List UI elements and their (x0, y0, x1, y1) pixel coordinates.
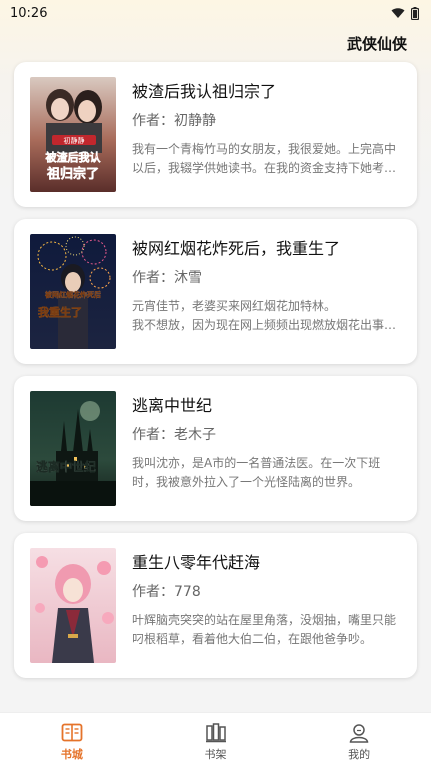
book-title[interactable]: 逃离中世纪 (132, 392, 402, 416)
status-bar: 10:26 (0, 0, 431, 26)
battery-icon (411, 6, 419, 20)
status-time: 10:26 (10, 5, 48, 21)
book-cover[interactable] (30, 548, 116, 663)
book-description: 叶辉脑壳突突的站在屋里角落，没烟抽，嘴里只能叼根稻草，看着他大伯二伯，在跟他爸争… (132, 613, 397, 646)
tab-label: 我的 (348, 747, 371, 761)
book-description: 元宵佳节，老婆买来网红烟花加特林。 我不想放，因为现在网上频频出现燃放烟花出事的… (132, 299, 397, 332)
book-open-icon (61, 723, 83, 741)
book-title[interactable]: 被渣后我认祖归宗了 (132, 78, 402, 102)
book-card[interactable]: 被网红烟花炸死后 我重生了 被网红烟花炸死后，我重生了 作者：沐雪 元宵佳节，老… (14, 219, 417, 364)
book-description: 我有一个青梅竹马的女朋友，我很爱她。上完高中以后，我辍学供她读书。在我的资金支持… (132, 142, 397, 175)
cover-author: 初静静 (64, 136, 85, 145)
tab-label: 书架 (204, 747, 227, 761)
book-card[interactable]: 初静静 被渣后我认 祖归宗了 被渣后我认祖归宗了 作者：初静静 我有一个青梅竹马… (14, 62, 417, 207)
bookshelf-icon (205, 722, 226, 742)
book-cover[interactable]: 逃离中世纪 (30, 391, 116, 506)
book-description: 我叫沈亦，是A市的一名普通法医。在一次下班时，我被意外拉入了一个光怪陆离的世界。 (132, 456, 381, 489)
cover-title-line2: 祖归宗了 (46, 166, 99, 182)
status-icons (391, 6, 419, 20)
book-title[interactable]: 被网红烟花炸死后，我重生了 (132, 235, 402, 259)
cover-title-line1: 被渣后我认 (46, 150, 102, 164)
tab-label: 书城 (60, 747, 83, 761)
book-author: 作者：沐雪 (132, 270, 202, 286)
tab-bookstore[interactable]: 书城 (0, 713, 144, 767)
wifi-icon (391, 8, 405, 18)
cover-title-line2: 我重生了 (38, 305, 82, 319)
tab-profile[interactable]: 我的 (287, 713, 431, 767)
category-title[interactable]: 武侠仙侠 (347, 33, 407, 54)
book-cover[interactable]: 初静静 被渣后我认 祖归宗了 (30, 77, 116, 192)
tab-bar: 书城 书架 我的 (0, 712, 431, 767)
book-card[interactable]: 重生八零年代赶海 作者：778 叶辉脑壳突突的站在屋里角落，没烟抽，嘴里只能叼根… (14, 533, 417, 678)
cover-title: 逃离中世纪 (36, 459, 96, 474)
book-author: 作者：老木子 (132, 427, 216, 443)
book-cover[interactable]: 被网红烟花炸死后 我重生了 (30, 234, 116, 349)
book-author: 作者：初静静 (132, 113, 216, 129)
user-icon (349, 723, 369, 743)
book-title[interactable]: 重生八零年代赶海 (132, 549, 402, 573)
header: 武侠仙侠 (0, 28, 431, 58)
book-card[interactable]: 逃离中世纪 逃离中世纪 作者：老木子 我叫沈亦，是A市的一名普通法医。在一次下班… (14, 376, 417, 521)
tab-bookshelf[interactable]: 书架 (144, 713, 288, 767)
cover-title-line1: 被网红烟花炸死后 (45, 290, 101, 299)
book-author: 作者：778 (132, 584, 201, 600)
